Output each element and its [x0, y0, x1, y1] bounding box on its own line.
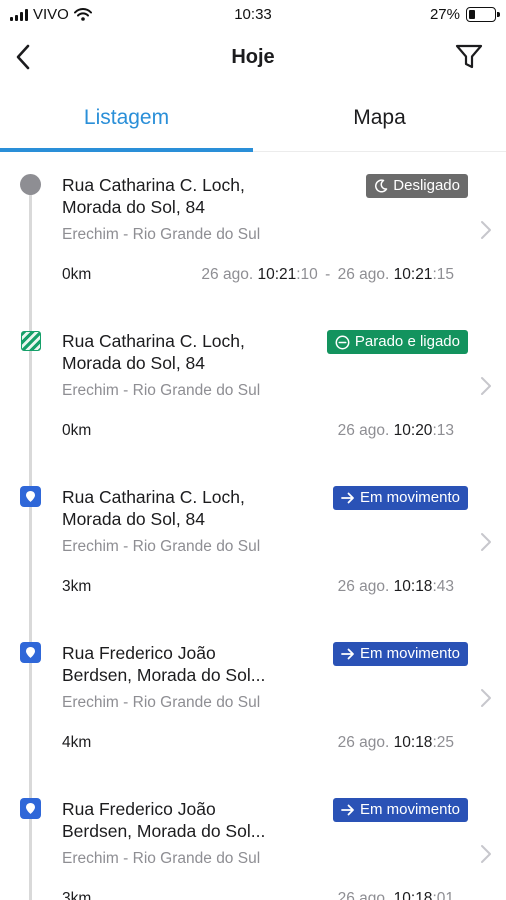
- item-distance: 0km: [62, 266, 92, 283]
- timeline-item[interactable]: Rua Frederico João Berdsen, Morada do So…: [0, 620, 506, 776]
- arrow-right-icon: [341, 648, 354, 660]
- app-header: Hoje: [0, 30, 506, 86]
- address-line-1: Rua Frederico João: [62, 643, 216, 663]
- start-date: 26 ago.: [201, 266, 254, 283]
- address-line-2: Morada do Sol, 84: [62, 509, 206, 529]
- range-separator: -: [325, 266, 331, 283]
- address-line-1: Rua Frederico João: [62, 799, 216, 819]
- end-date: 26 ago.: [337, 734, 390, 751]
- chevron-right-icon: [481, 845, 491, 863]
- item-distance: 4km: [62, 734, 92, 751]
- item-distance: 0km: [62, 422, 92, 439]
- minus-circle-icon: [335, 335, 350, 349]
- battery-icon: [466, 7, 500, 22]
- chevron-left-icon: [16, 44, 30, 70]
- address-line-1: Rua Catharina C. Loch,: [62, 331, 245, 351]
- battery-percent: 27%: [429, 6, 460, 23]
- item-address: Rua Catharina C. Loch, Morada do Sol, 84: [62, 174, 302, 218]
- timeline-item[interactable]: Rua Frederico João Berdsen, Morada do So…: [0, 776, 506, 900]
- item-city: Erechim - Rio Grande do Sul: [62, 382, 261, 399]
- item-distance: 3km: [62, 578, 92, 595]
- item-address: Rua Catharina C. Loch, Morada do Sol, 84: [62, 330, 302, 374]
- timeline-item[interactable]: Rua Catharina C. Loch, Morada do Sol, 84…: [0, 464, 506, 620]
- item-time-range: 26 ago. 10:21:10 - 26 ago. 10:21:15: [201, 266, 454, 284]
- address-line-1: Rua Catharina C. Loch,: [62, 175, 245, 195]
- end-time: 10:18: [393, 890, 433, 900]
- start-time: 10:21: [257, 266, 297, 283]
- tab-listagem[interactable]: Listagem: [0, 96, 253, 152]
- status-label: Parado e ligado: [354, 333, 460, 350]
- filter-icon: [455, 44, 483, 69]
- off-marker-icon: [20, 174, 41, 195]
- chevron-right-icon: [481, 533, 491, 551]
- location-pin-icon: [20, 642, 41, 663]
- timeline-list: Rua Catharina C. Loch, Morada do Sol, 84…: [0, 152, 506, 900]
- end-time: 10:18: [393, 734, 433, 751]
- address-line-2: Morada do Sol, 84: [62, 353, 206, 373]
- battery-level: [469, 10, 476, 19]
- moon-icon: [375, 179, 388, 193]
- end-date: 26 ago.: [337, 890, 390, 900]
- item-time: 26 ago. 10:18:01: [338, 890, 454, 900]
- end-time: 10:21: [393, 266, 433, 283]
- item-city: Erechim - Rio Grande do Sul: [62, 538, 261, 555]
- status-badge: Parado e ligado: [326, 330, 468, 354]
- item-time: 26 ago. 10:18:25: [338, 734, 454, 752]
- chevron-right-icon: [481, 377, 491, 395]
- status-right: 27%: [429, 6, 500, 23]
- arrow-right-icon: [341, 492, 354, 504]
- filter-button[interactable]: [452, 40, 486, 74]
- item-distance: 3km: [62, 890, 92, 900]
- status-label: Em movimento: [359, 801, 460, 818]
- page-title: Hoje: [231, 46, 275, 68]
- start-seconds: :10: [296, 266, 318, 283]
- end-seconds: :15: [432, 266, 454, 283]
- status-badge: Desligado: [366, 174, 468, 198]
- item-time: 26 ago. 10:20:13: [338, 422, 454, 440]
- status-badge: Em movimento: [332, 642, 468, 666]
- end-date: 26 ago.: [337, 422, 390, 439]
- timeline-item[interactable]: Rua Catharina C. Loch, Morada do Sol, 84…: [0, 152, 506, 308]
- end-date: 26 ago.: [337, 578, 390, 595]
- end-seconds: :01: [432, 890, 454, 900]
- idle-marker-icon: [20, 330, 41, 351]
- address-line-2: Morada do Sol, 84: [62, 197, 206, 217]
- status-bar: VIVO 10:33 27%: [0, 0, 506, 30]
- item-city: Erechim - Rio Grande do Sul: [62, 226, 261, 243]
- status-badge: Em movimento: [332, 486, 468, 510]
- arrow-right-icon: [341, 804, 354, 816]
- location-pin-icon: [20, 798, 41, 819]
- address-line-2: Berdsen, Morada do Sol...: [62, 821, 266, 841]
- status-badge: Em movimento: [332, 798, 468, 822]
- end-time: 10:20: [393, 422, 433, 439]
- end-seconds: :43: [432, 578, 454, 595]
- address-line-2: Berdsen, Morada do Sol...: [62, 665, 266, 685]
- end-seconds: :13: [432, 422, 454, 439]
- tab-mapa[interactable]: Mapa: [253, 96, 506, 152]
- item-time: 26 ago. 10:18:43: [338, 578, 454, 596]
- location-pin-icon: [20, 486, 41, 507]
- timeline-item[interactable]: Rua Catharina C. Loch, Morada do Sol, 84…: [0, 308, 506, 464]
- chevron-right-icon: [481, 689, 491, 707]
- end-date: 26 ago.: [337, 266, 390, 283]
- address-line-1: Rua Catharina C. Loch,: [62, 487, 245, 507]
- status-label: Em movimento: [359, 489, 460, 506]
- item-city: Erechim - Rio Grande do Sul: [62, 850, 261, 867]
- tab-bar: Listagem Mapa: [0, 96, 506, 152]
- item-address: Rua Frederico João Berdsen, Morada do So…: [62, 798, 302, 842]
- status-label: Em movimento: [359, 645, 460, 662]
- chevron-right-icon: [481, 221, 491, 239]
- item-address: Rua Frederico João Berdsen, Morada do So…: [62, 642, 302, 686]
- status-label: Desligado: [393, 177, 460, 194]
- back-button[interactable]: [8, 42, 38, 72]
- item-city: Erechim - Rio Grande do Sul: [62, 694, 261, 711]
- end-seconds: :25: [432, 734, 454, 751]
- item-address: Rua Catharina C. Loch, Morada do Sol, 84: [62, 486, 302, 530]
- end-time: 10:18: [393, 578, 433, 595]
